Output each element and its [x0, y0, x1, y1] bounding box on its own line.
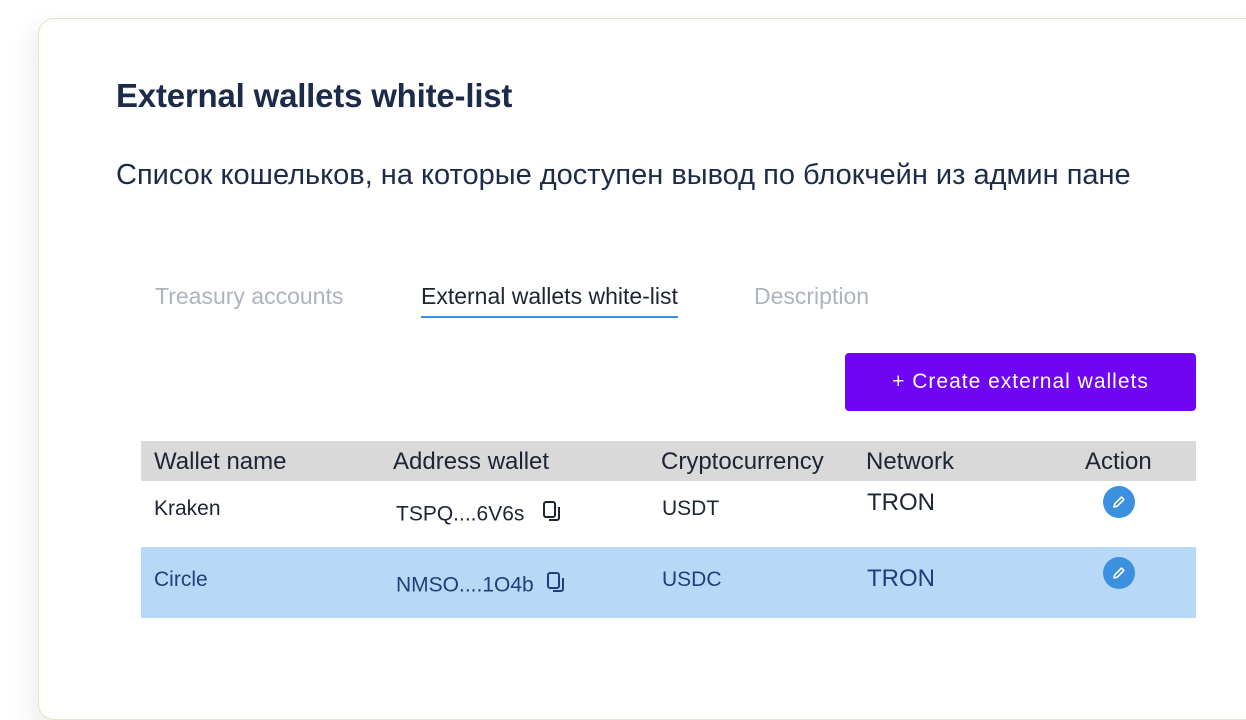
table-header: Wallet name Address wallet Cryptocurrenc… — [141, 441, 1196, 481]
copy-icon[interactable] — [542, 500, 562, 530]
address-text: TSPQ....6V6s — [396, 502, 525, 526]
wallets-card: External wallets white-list Список кошел… — [38, 18, 1246, 720]
pencil-icon[interactable] — [1103, 557, 1135, 589]
page-subtitle: Список кошельков, на которые доступен вы… — [116, 159, 1131, 191]
table-row[interactable]: Circle NMSO....1O4b USDC TRON — [141, 547, 1196, 618]
cryptocurrency-cell: USDT — [662, 497, 720, 520]
copy-icon[interactable] — [546, 571, 566, 601]
column-header-address-wallet: Address wallet — [393, 448, 550, 475]
address-cell: TSPQ....6V6s — [396, 500, 562, 530]
wallets-table: Wallet name Address wallet Cryptocurrenc… — [141, 441, 1196, 618]
network-cell: TRON — [867, 489, 935, 516]
wallet-name-cell: Circle — [154, 568, 208, 591]
column-header-cryptocurrency: Cryptocurrency — [661, 448, 824, 475]
column-header-network: Network — [866, 448, 955, 475]
tab-treasury-accounts[interactable]: Treasury accounts — [155, 283, 343, 310]
table-row[interactable]: Kraken TSPQ....6V6s USDT TRON — [141, 481, 1196, 547]
column-header-action: Action — [1085, 448, 1152, 475]
page-title: External wallets white-list — [116, 77, 513, 114]
address-cell: NMSO....1O4b — [396, 571, 566, 601]
tab-external-wallets-white-list[interactable]: External wallets white-list — [421, 283, 678, 318]
wallet-name-cell: Kraken — [154, 497, 221, 520]
create-external-wallets-button[interactable]: + Create external wallets — [845, 353, 1196, 411]
tab-description[interactable]: Description — [754, 283, 869, 310]
cryptocurrency-cell: USDC — [662, 568, 722, 591]
address-text: NMSO....1O4b — [396, 573, 534, 597]
column-header-wallet-name: Wallet name — [154, 448, 287, 475]
pencil-icon[interactable] — [1103, 486, 1135, 518]
network-cell: TRON — [867, 565, 935, 592]
